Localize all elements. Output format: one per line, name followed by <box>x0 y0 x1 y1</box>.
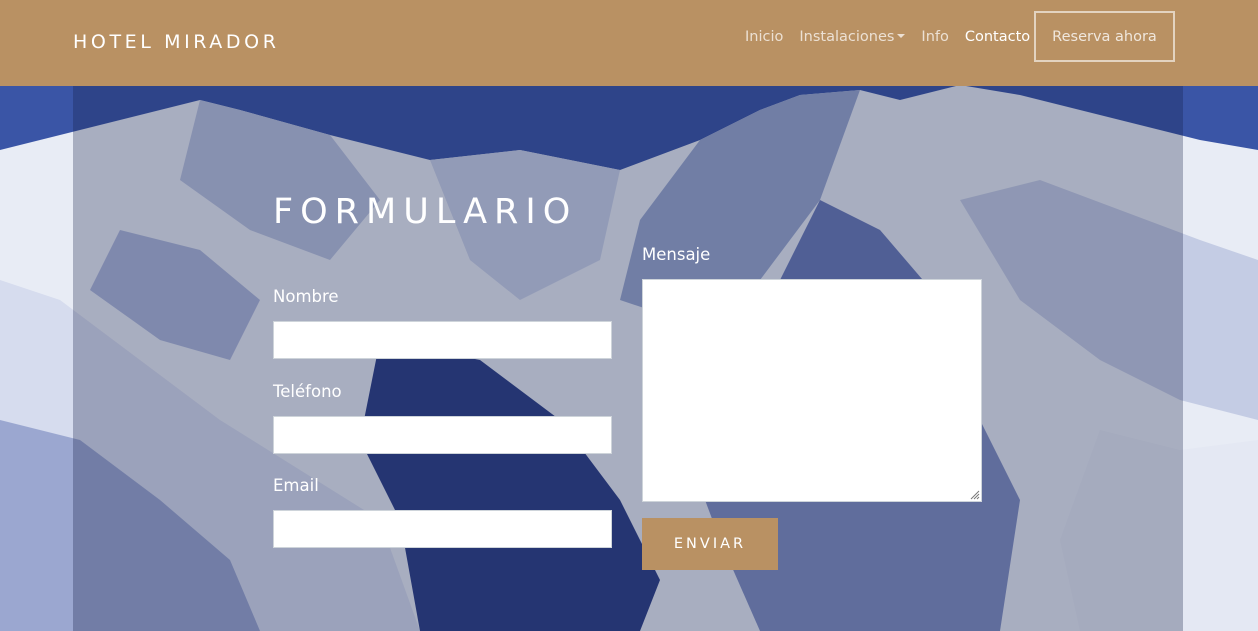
message-label: Mensaje <box>642 245 711 264</box>
send-button[interactable]: ENVIAR <box>642 518 778 570</box>
name-input[interactable] <box>273 321 612 359</box>
top-navbar: HOTEL MIRADOR Inicio Instalaciones Info … <box>0 0 1258 86</box>
nav-link-info[interactable]: Info <box>921 29 948 45</box>
nav-link-inicio[interactable]: Inicio <box>745 29 783 45</box>
phone-input[interactable] <box>273 416 612 454</box>
nav-link-instalaciones[interactable]: Instalaciones <box>799 29 906 45</box>
reserve-now-button[interactable]: Reserva ahora <box>1034 11 1175 62</box>
phone-label: Teléfono <box>273 382 342 401</box>
brand-logo-text[interactable]: HOTEL MIRADOR <box>73 31 280 53</box>
message-textarea[interactable] <box>642 279 982 502</box>
resize-grip-icon[interactable] <box>968 488 980 500</box>
caret-down-icon <box>897 34 906 38</box>
email-label: Email <box>273 476 319 495</box>
nav-link-instalaciones-label: Instalaciones <box>799 29 895 45</box>
email-input[interactable] <box>273 510 612 548</box>
nav-links: Inicio Instalaciones Info Contacto <box>745 27 1046 47</box>
nav-link-contacto[interactable]: Contacto <box>965 29 1030 45</box>
form-title: FORMULARIO <box>273 192 578 232</box>
content-overlay-panel <box>73 86 1183 631</box>
name-label: Nombre <box>273 287 339 306</box>
